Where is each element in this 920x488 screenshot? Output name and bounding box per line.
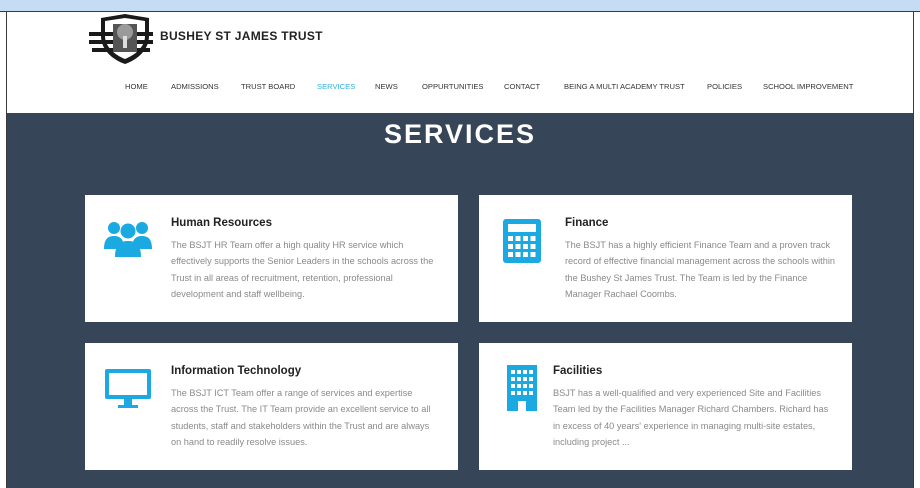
nav-item-admissions[interactable]: ADMISSIONS [171, 82, 219, 91]
card-title: Finance [565, 217, 609, 229]
site-title[interactable]: BUSHEY ST JAMES TRUST [160, 29, 323, 43]
service-card-information-technology[interactable]: Information Technology The BSJT ICT Team… [85, 343, 458, 470]
service-card-facilities[interactable]: Facilities BSJT has a well-qualified and… [479, 343, 852, 470]
card-description: The BSJT has a highly efficient Finance … [565, 240, 835, 299]
nav-item-trust-board[interactable]: TRUST BOARD [241, 82, 295, 91]
card-title: Human Resources [171, 217, 272, 229]
card-description: The BSJT ICT Team offer a range of servi… [171, 388, 431, 447]
main-nav: HOME ADMISSIONS TRUST BOARD SERVICES NEW… [7, 82, 913, 96]
browser-top-bar [0, 0, 920, 12]
nav-item-policies[interactable]: POLICIES [707, 82, 742, 91]
trust-logo-icon[interactable] [89, 14, 153, 64]
nav-item-oppurtunities[interactable]: OPPURTUNITIES [422, 82, 483, 91]
page-title: SERVICES [383, 119, 537, 149]
nav-item-school-improvement[interactable]: SCHOOL IMPROVEMENT [763, 82, 853, 91]
calculator-icon [503, 219, 541, 263]
card-title: Facilities [553, 365, 603, 377]
card-description: The BSJT HR Team offer a high quality HR… [171, 240, 434, 299]
frame-border-right [913, 11, 914, 488]
monitor-icon [105, 369, 151, 408]
nav-item-multi-academy-trust[interactable]: BEING A MULTI ACADEMY TRUST [564, 82, 685, 91]
card-title: Information Technology [171, 365, 302, 377]
services-section: SERVICES Human Resources The BSJT HR Tea… [7, 113, 913, 488]
site-header: BUSHEY ST JAMES TRUST HOME ADMISSIONS TR… [7, 12, 913, 113]
service-card-human-resources[interactable]: Human Resources The BSJT HR Team offer a… [85, 195, 458, 322]
nav-item-home[interactable]: HOME [125, 82, 148, 91]
nav-item-contact[interactable]: CONTACT [504, 82, 540, 91]
building-icon [507, 365, 537, 411]
card-description: BSJT has a well-qualified and very exper… [553, 388, 829, 447]
service-card-finance[interactable]: Finance The BSJT has a highly efficient … [479, 195, 852, 322]
nav-item-news[interactable]: NEWS [375, 82, 398, 91]
people-icon [104, 222, 152, 257]
nav-item-services[interactable]: SERVICES [317, 82, 355, 91]
